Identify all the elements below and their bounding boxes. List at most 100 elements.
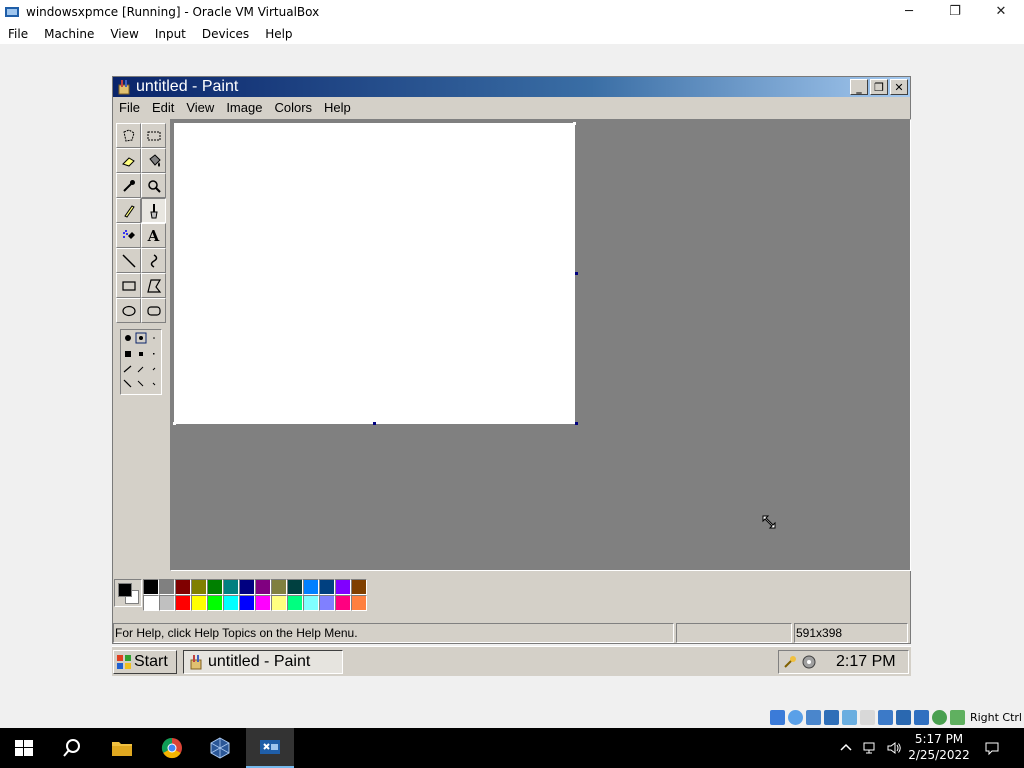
paint-menu-image[interactable]: Image (220, 100, 268, 115)
palette-swatch[interactable] (255, 579, 271, 595)
palette-swatch[interactable] (239, 579, 255, 595)
curve-tool[interactable] (141, 248, 166, 273)
palette-swatch[interactable] (223, 579, 239, 595)
palette-swatch[interactable] (255, 595, 271, 611)
network-icon[interactable] (823, 709, 839, 725)
paint-workspace[interactable] (170, 119, 911, 571)
palette-swatch[interactable] (303, 595, 319, 611)
audio-icon[interactable] (805, 709, 821, 725)
vm-window-button[interactable] (246, 728, 294, 768)
brush-shape-options[interactable] (120, 329, 162, 395)
vbox-menu-help[interactable]: Help (257, 27, 300, 41)
network-status-button[interactable] (862, 728, 878, 768)
vbox-minimize-button[interactable]: ─ (886, 0, 932, 22)
hard-disk-icon[interactable] (769, 709, 785, 725)
drawing-canvas[interactable] (174, 123, 575, 424)
guest-additions-icon[interactable] (931, 709, 947, 725)
cpu-icon[interactable] (913, 709, 929, 725)
show-hidden-icons-button[interactable] (838, 728, 854, 768)
paint-menu-colors[interactable]: Colors (268, 100, 318, 115)
paint-restore-button[interactable]: ❐ (870, 79, 888, 95)
paint-title-bar[interactable]: untitled - Paint _ ❐ ✕ (113, 77, 910, 97)
palette-swatch[interactable] (175, 579, 191, 595)
volume-button[interactable] (886, 728, 902, 768)
canvas-resize-handle-bottom[interactable] (373, 422, 376, 425)
tool-grid: A (116, 123, 168, 323)
vbox-menu-machine[interactable]: Machine (36, 27, 102, 41)
palette-swatch[interactable] (287, 595, 303, 611)
canvas-resize-handle-right[interactable] (575, 272, 578, 275)
display-icon[interactable] (877, 709, 893, 725)
palette-swatch[interactable] (351, 595, 367, 611)
search-button[interactable] (48, 728, 96, 768)
virtualbox-manager-button[interactable] (196, 728, 244, 768)
eraser-tool[interactable] (116, 148, 141, 173)
palette-swatch[interactable] (335, 579, 351, 595)
usb-icon[interactable] (841, 709, 857, 725)
palette-swatch[interactable] (207, 579, 223, 595)
rectangle-tool[interactable] (116, 273, 141, 298)
fill-tool[interactable] (141, 148, 166, 173)
action-center-button[interactable] (984, 728, 1000, 768)
palette-swatch[interactable] (271, 579, 287, 595)
palette-swatch[interactable] (239, 595, 255, 611)
palette-swatch[interactable] (191, 595, 207, 611)
chrome-button[interactable] (148, 728, 196, 768)
palette-swatch[interactable] (335, 595, 351, 611)
text-tool[interactable]: A (141, 223, 166, 248)
magnifier-tool[interactable] (141, 173, 166, 198)
line-tool[interactable] (116, 248, 141, 273)
palette-swatch[interactable] (175, 595, 191, 611)
optical-drive-icon[interactable] (787, 709, 803, 725)
mouse-integration-icon[interactable] (949, 709, 965, 725)
vbox-menu-file[interactable]: File (0, 27, 36, 41)
palette-swatch[interactable] (143, 579, 159, 595)
volume-tray-icon[interactable] (801, 654, 817, 670)
palette-swatch[interactable] (143, 595, 159, 611)
canvas-resize-handle-bottom-right[interactable] (575, 422, 578, 425)
palette-swatch[interactable] (191, 579, 207, 595)
vbox-menu-view[interactable]: View (102, 27, 146, 41)
taskbar-paint-button[interactable]: untitled - Paint (183, 650, 343, 674)
palette-swatch[interactable] (159, 595, 175, 611)
recording-icon[interactable] (895, 709, 911, 725)
palette-swatch[interactable] (223, 595, 239, 611)
brush-tool[interactable] (141, 198, 166, 223)
vbox-menu-devices[interactable]: Devices (194, 27, 257, 41)
airbrush-tool[interactable] (116, 223, 141, 248)
windows-start-button[interactable] (0, 728, 48, 768)
host-clock[interactable]: 5:17 PM 2/25/2022 (904, 731, 974, 763)
paint-menu-view[interactable]: View (180, 100, 220, 115)
paint-minimize-button[interactable]: _ (850, 79, 868, 95)
palette-swatch[interactable] (287, 579, 303, 595)
curve-icon (150, 253, 157, 268)
paint-menu-file[interactable]: File (113, 100, 146, 115)
palette-swatch[interactable] (303, 579, 319, 595)
rect-select-tool[interactable] (141, 123, 166, 148)
file-explorer-button[interactable] (98, 728, 146, 768)
vbox-maximize-button[interactable]: ❐ (932, 0, 978, 22)
tools-tray-icon[interactable] (782, 654, 798, 670)
pencil-tool[interactable] (116, 198, 141, 223)
palette-swatch[interactable] (207, 595, 223, 611)
paint-menu-help[interactable]: Help (318, 100, 357, 115)
palette-swatch[interactable] (319, 579, 335, 595)
palette-swatch[interactable] (159, 579, 175, 595)
rectangle-icon (121, 280, 136, 291)
palette-swatch[interactable] (271, 595, 287, 611)
polygon-tool[interactable] (141, 273, 166, 298)
free-select-tool[interactable] (116, 123, 141, 148)
paint-window-title: untitled - Paint (136, 78, 239, 95)
rounded-rectangle-tool[interactable] (141, 298, 166, 323)
start-button[interactable]: Start (113, 650, 177, 674)
color-picker-tool[interactable] (116, 173, 141, 198)
vbox-close-button[interactable]: ✕ (978, 0, 1024, 22)
vbox-window-controls: ─ ❐ ✕ (886, 0, 1024, 24)
palette-swatch[interactable] (319, 595, 335, 611)
paint-menu-edit[interactable]: Edit (146, 100, 180, 115)
vbox-menu-input[interactable]: Input (147, 27, 194, 41)
ellipse-tool[interactable] (116, 298, 141, 323)
shared-folders-icon[interactable] (859, 709, 875, 725)
palette-swatch[interactable] (351, 579, 367, 595)
paint-close-button[interactable]: ✕ (890, 79, 908, 95)
